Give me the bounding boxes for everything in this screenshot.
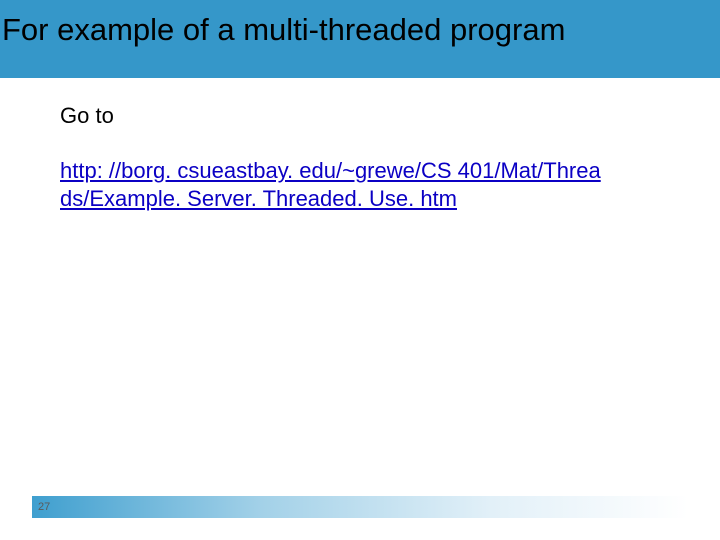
link-line-1: http: //borg. csueastbay. edu/~grewe/CS … [60, 157, 660, 185]
link-line-2: ds/Example. Server. Threaded. Use. htm [60, 185, 660, 213]
page-number: 27 [38, 501, 50, 513]
example-link[interactable]: http: //borg. csueastbay. edu/~grewe/CS … [60, 131, 660, 213]
intro-text: Go to [60, 102, 660, 130]
slide-title: For example of a multi-threaded program [0, 12, 565, 48]
title-bar: For example of a multi-threaded program [0, 0, 720, 78]
footer-bar: 27 [32, 496, 688, 518]
body-content: Go to http: //borg. csueastbay. edu/~gre… [60, 102, 660, 212]
slide: For example of a multi-threaded program … [0, 0, 720, 540]
